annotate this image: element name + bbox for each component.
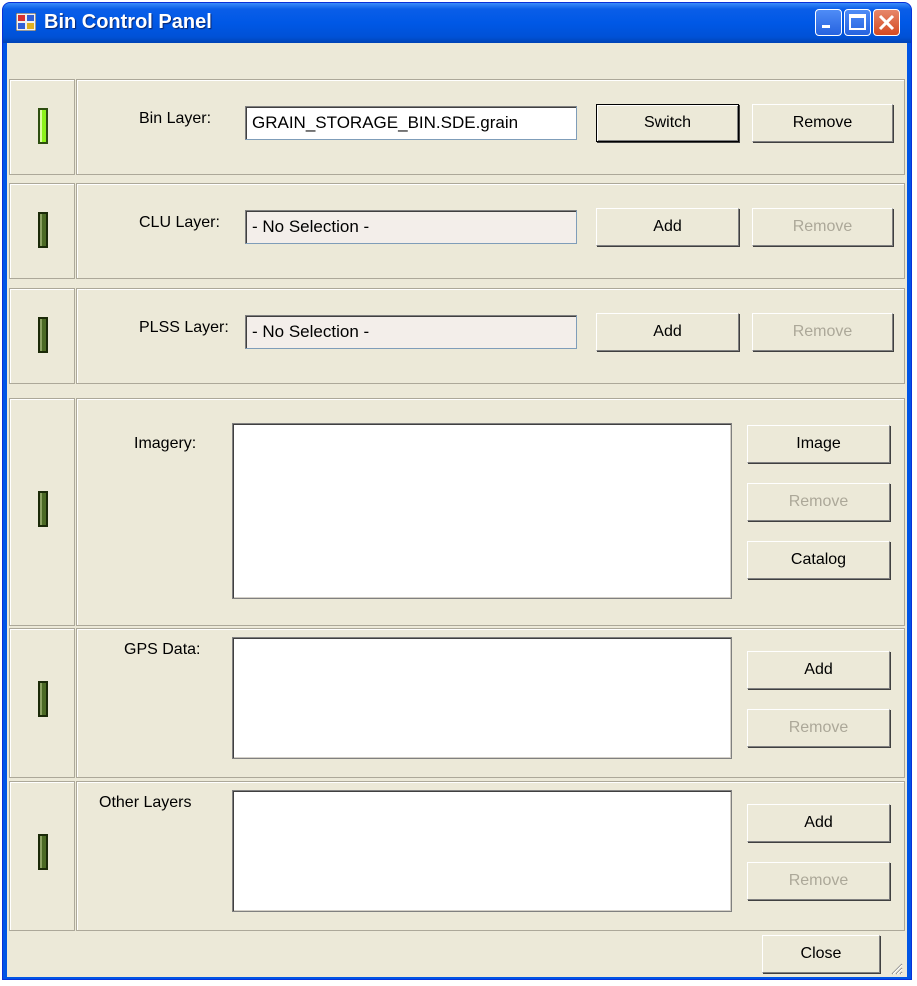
image-button[interactable]: Image bbox=[747, 425, 890, 463]
status-cell bbox=[9, 79, 75, 175]
other-add-button[interactable]: Add bbox=[747, 804, 890, 842]
status-indicator-inactive bbox=[38, 834, 48, 870]
other-layers-label: Other Layers bbox=[99, 794, 192, 811]
maximize-button[interactable] bbox=[844, 9, 871, 36]
catalog-button[interactable]: Catalog bbox=[747, 541, 890, 579]
other-remove-button[interactable]: Remove bbox=[747, 862, 890, 900]
window-title: Bin Control Panel bbox=[44, 11, 212, 33]
clu-layer-field[interactable]: - No Selection - bbox=[245, 210, 577, 244]
other-layers-listbox[interactable] bbox=[232, 790, 732, 912]
gps-remove-button[interactable]: Remove bbox=[747, 709, 890, 747]
client-area: Bin Layer: GRAIN_STORAGE_BIN.SDE.grain S… bbox=[7, 43, 907, 977]
imagery-content: Imagery: Image Remove Catalog bbox=[76, 398, 905, 626]
gps-data-listbox[interactable] bbox=[232, 637, 732, 759]
plss-layer-content: PLSS Layer: - No Selection - Add Remove bbox=[76, 288, 905, 384]
status-indicator-inactive bbox=[38, 212, 48, 248]
status-indicator-inactive bbox=[38, 491, 48, 527]
imagery-remove-button[interactable]: Remove bbox=[747, 483, 890, 521]
gps-data-content: GPS Data: Add Remove bbox=[76, 628, 905, 778]
clu-layer-label: CLU Layer: bbox=[139, 214, 220, 231]
gps-data-label: GPS Data: bbox=[124, 641, 201, 658]
clu-remove-button[interactable]: Remove bbox=[752, 208, 893, 246]
gps-add-button[interactable]: Add bbox=[747, 651, 890, 689]
imagery-label: Imagery: bbox=[134, 435, 197, 452]
imagery-row: Imagery: Image Remove Catalog bbox=[9, 398, 905, 626]
bin-control-panel-window: Bin Control Panel Bin Layer: GRAIN_STORA… bbox=[2, 2, 912, 980]
other-layers-content: Other Layers Add Remove bbox=[76, 781, 905, 931]
bin-layer-field[interactable]: GRAIN_STORAGE_BIN.SDE.grain bbox=[245, 106, 577, 140]
plss-layer-field[interactable]: - No Selection - bbox=[245, 315, 577, 349]
clu-layer-content: CLU Layer: - No Selection - Add Remove bbox=[76, 183, 905, 279]
clu-add-button[interactable]: Add bbox=[596, 208, 739, 246]
plss-add-button[interactable]: Add bbox=[596, 313, 739, 351]
bin-layer-content: Bin Layer: GRAIN_STORAGE_BIN.SDE.grain S… bbox=[76, 79, 905, 175]
status-indicator-inactive bbox=[38, 317, 48, 353]
plss-layer-label: PLSS Layer: bbox=[139, 319, 229, 336]
status-cell bbox=[9, 288, 75, 384]
switch-button[interactable]: Switch bbox=[596, 104, 739, 142]
status-cell bbox=[9, 183, 75, 279]
clu-layer-row: CLU Layer: - No Selection - Add Remove bbox=[9, 183, 905, 279]
close-button[interactable]: Close bbox=[762, 935, 880, 973]
minimize-button[interactable] bbox=[815, 9, 842, 36]
other-layers-row: Other Layers Add Remove bbox=[9, 781, 905, 931]
close-icon bbox=[878, 14, 895, 31]
status-cell bbox=[9, 398, 75, 626]
close-window-button[interactable] bbox=[873, 9, 900, 36]
bin-layer-label: Bin Layer: bbox=[139, 110, 212, 127]
plss-layer-row: PLSS Layer: - No Selection - Add Remove bbox=[9, 288, 905, 384]
status-indicator-inactive bbox=[38, 681, 48, 717]
bin-remove-button[interactable]: Remove bbox=[752, 104, 893, 142]
app-icon bbox=[16, 13, 36, 31]
plss-remove-button[interactable]: Remove bbox=[752, 313, 893, 351]
minimize-icon bbox=[822, 25, 830, 28]
title-bar[interactable]: Bin Control Panel bbox=[3, 3, 911, 43]
gps-data-row: GPS Data: Add Remove bbox=[9, 628, 905, 778]
maximize-icon bbox=[849, 14, 866, 30]
resize-grip-icon[interactable] bbox=[889, 961, 903, 975]
bin-layer-row: Bin Layer: GRAIN_STORAGE_BIN.SDE.grain S… bbox=[9, 79, 905, 175]
imagery-listbox[interactable] bbox=[232, 423, 732, 599]
status-cell bbox=[9, 628, 75, 778]
status-cell bbox=[9, 781, 75, 931]
status-indicator-active bbox=[38, 108, 48, 144]
footer: Close bbox=[9, 933, 905, 977]
